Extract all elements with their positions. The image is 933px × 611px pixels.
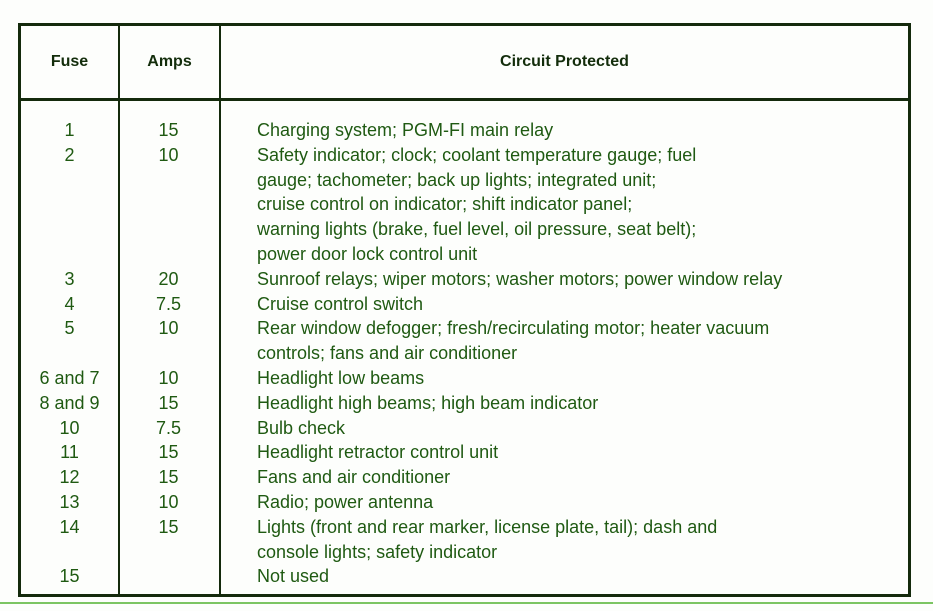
fuse-number: [21, 217, 118, 242]
table-row: 1 15 Charging system; PGM-FI main relay: [21, 118, 908, 143]
circuit-text: console lights; safety indicator: [257, 541, 498, 562]
table-row: 10 7.5 Bulb check: [21, 416, 908, 441]
amps-value: 20: [158, 268, 179, 289]
amps-value: 15: [158, 467, 179, 488]
fuse-number: 15: [59, 566, 80, 587]
amps-value: 7.5: [155, 417, 182, 438]
circuit-text: Headlight retractor control unit: [257, 442, 499, 463]
table-row: power door lock control unit: [21, 242, 908, 267]
circuit-text: Radio; power antenna: [257, 491, 434, 512]
fuse-number: [21, 540, 118, 565]
amps-value: [118, 192, 219, 217]
table-row: 15 Not used: [21, 564, 908, 589]
circuit-text: Sunroof relays; wiper motors; washer mot…: [257, 268, 783, 289]
table-body: 1 15 Charging system; PGM-FI main relay 2 10…: [21, 118, 908, 589]
fuse-number: 2: [64, 144, 75, 165]
header-circuit: Circuit Protected: [500, 53, 629, 70]
fuse-number: 11: [60, 442, 79, 463]
amps-value: 15: [158, 442, 179, 463]
circuit-text: Rear window defogger; fresh/recirculatin…: [257, 318, 770, 339]
amps-value: 7.5: [155, 293, 182, 314]
header-fuse: Fuse: [50, 53, 89, 70]
amps-value: [118, 217, 219, 242]
fuse-number: [21, 341, 118, 366]
circuit-text: Safety indicator; clock; coolant tempera…: [257, 144, 697, 165]
circuit-text: Lights (front and rear marker, license p…: [257, 516, 718, 537]
amps-value: [118, 242, 219, 267]
bottom-rule: [0, 602, 933, 604]
amps-value: 10: [158, 491, 179, 512]
amps-value: [118, 168, 219, 193]
amps-value: 10: [158, 367, 179, 388]
table-row: 2 10 Safety indicator; clock; coolant temp…: [21, 143, 908, 168]
fuse-number: [21, 242, 118, 267]
fuse-number: [21, 192, 118, 217]
circuit-text: Bulb check: [257, 417, 346, 438]
table-row: 8 and 9 15 Headlight high beams; high beam…: [21, 391, 908, 416]
fuse-number: 3: [64, 268, 75, 289]
table-row: warning lights (brake, fuel level, oil p…: [21, 217, 908, 242]
table-row: 3 20 Sunroof relays; wiper motors; washer …: [21, 267, 908, 292]
circuit-text: Fans and air conditioner: [257, 467, 451, 488]
fuse-number: 14: [59, 516, 80, 537]
amps-value: 15: [158, 516, 179, 537]
circuit-text: Not used: [257, 566, 330, 587]
fuse-table: Fuse Amps Circuit Protected 1 15 Charging …: [18, 23, 911, 597]
fuse-number: 4: [64, 293, 75, 314]
header-divider: [21, 98, 908, 101]
table-row: 13 10 Radio; power antenna: [21, 490, 908, 515]
table-row: 12 15 Fans and air conditioner: [21, 465, 908, 490]
amps-value: 10: [158, 318, 179, 339]
table-row: 6 and 7 10 Headlight low beams: [21, 366, 908, 391]
circuit-text: Headlight low beams: [257, 367, 425, 388]
amps-value: [118, 341, 219, 366]
fuse-number: 10: [59, 417, 80, 438]
table-row: 14 15 Lights (front and rear marker, licen…: [21, 515, 908, 540]
circuit-text: Cruise control switch: [257, 293, 424, 314]
fuse-number: 5: [64, 318, 75, 339]
table-row: 5 10 Rear window defogger; fresh/recircula…: [21, 316, 908, 341]
amps-value: 10: [158, 144, 179, 165]
amps-value: [118, 564, 219, 589]
circuit-text: gauge; tachometer; back up lights; integ…: [257, 169, 657, 190]
amps-value: 15: [158, 120, 179, 140]
circuit-text: warning lights (brake, fuel level, oil p…: [257, 219, 697, 240]
fuse-number: 13: [59, 491, 80, 512]
fuse-number: 6 and 7: [39, 367, 100, 388]
table-row: console lights; safety indicator: [21, 540, 908, 565]
table-row: 11 15 Headlight retractor control unit: [21, 440, 908, 465]
fuse-number: 1: [64, 120, 75, 140]
circuit-text: cruise control on indicator; shift indic…: [257, 194, 633, 215]
table-row: controls; fans and air conditioner: [21, 341, 908, 366]
circuit-text: controls; fans and air conditioner: [257, 343, 518, 364]
circuit-text: power door lock control unit: [257, 243, 478, 264]
table-row: cruise control on indicator; shift indic…: [21, 192, 908, 217]
fuse-number: 12: [59, 467, 80, 488]
table-row: gauge; tachometer; back up lights; integ…: [21, 168, 908, 193]
fuse-number: [21, 168, 118, 193]
amps-value: 15: [158, 392, 179, 413]
circuit-text: Headlight high beams; high beam indicato…: [257, 392, 599, 413]
table-row: 4 7.5 Cruise control switch: [21, 292, 908, 317]
circuit-text: Charging system; PGM-FI main relay: [257, 120, 554, 140]
header-amps: Amps: [147, 53, 192, 70]
amps-value: [118, 540, 219, 565]
fuse-number: 8 and 9: [39, 392, 100, 413]
